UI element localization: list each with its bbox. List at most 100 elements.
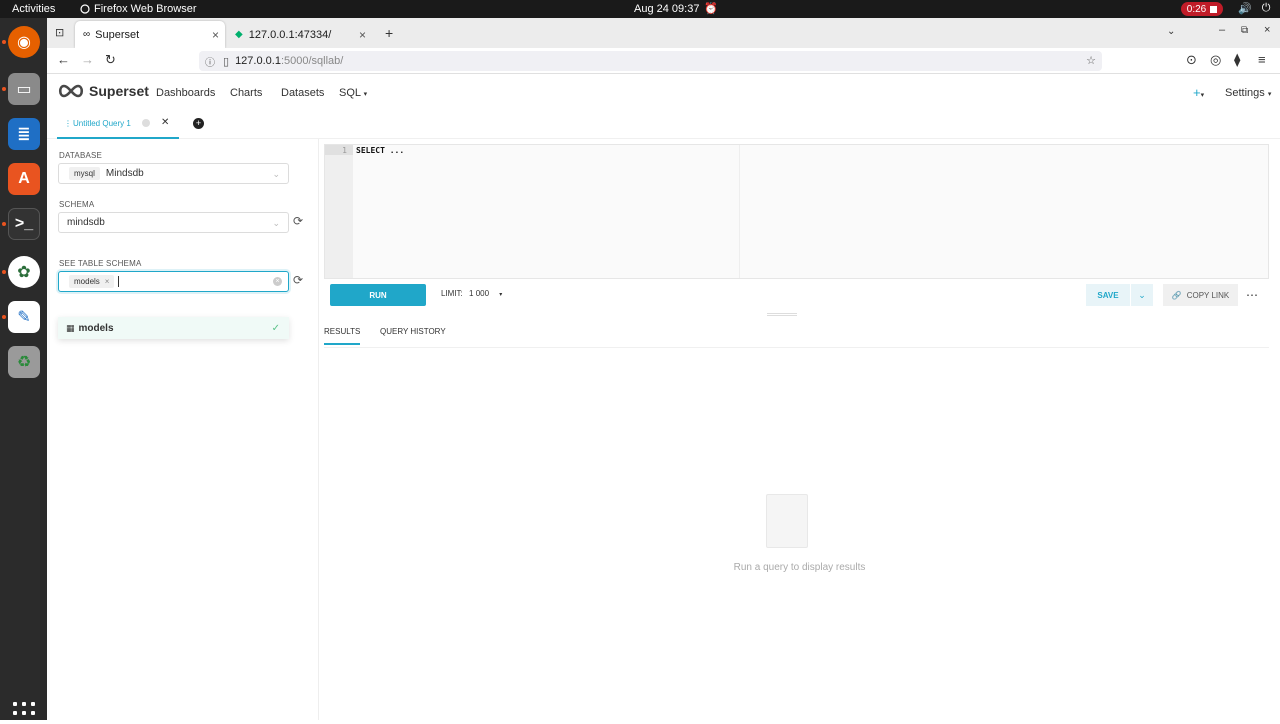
caret-down-icon: ▾	[1200, 92, 1205, 99]
add-query-tab-icon[interactable]: +	[193, 118, 204, 129]
option-label: models	[78, 322, 114, 334]
nav-sql[interactable]: SQL ▾	[339, 87, 367, 99]
back-icon[interactable]: ←	[57, 52, 70, 67]
show-apps-icon[interactable]	[13, 702, 35, 724]
tab-superset[interactable]: ∞ Superset ×	[75, 21, 225, 48]
drag-handle-icon[interactable]: ⋮	[64, 119, 72, 128]
nav-charts[interactable]: Charts	[230, 87, 262, 99]
limit-dropdown[interactable]: LIMIT: 1 000 ▾	[441, 289, 502, 298]
table-dropdown: ▦ models ✓	[58, 317, 289, 339]
site-info-icon[interactable]: ⓘ	[205, 54, 215, 69]
table-tag-label: models	[74, 277, 100, 286]
more-options-icon[interactable]: ⋯	[1246, 288, 1258, 302]
superset-logo-icon	[58, 84, 84, 98]
url-bar[interactable]: ⓘ ▯ 127.0.0.1 :5000/sqllab/ ☆	[199, 51, 1102, 71]
tab-title: 127.0.0.1:47334/	[248, 28, 332, 41]
close-tab-icon[interactable]: ×	[359, 28, 366, 42]
superset-favicon-icon: ∞	[83, 29, 91, 40]
firefox-window: ⊡ ∞ Superset × ◆ 127.0.0.1:47334/ × + ⌄ …	[47, 18, 1280, 720]
new-tab-icon[interactable]: +	[385, 25, 393, 41]
database-label: DATABASE	[59, 151, 103, 160]
resize-handle[interactable]	[767, 313, 797, 316]
query-tab-active[interactable]: ⋮ Untitled Query 1 ✕	[57, 109, 179, 139]
database-value: Mindsdb	[105, 168, 144, 179]
caret-down-icon: ▾	[363, 91, 368, 98]
system-tray[interactable]: 🔊 ⏻	[1238, 2, 1270, 15]
dropdown-option-models[interactable]: ▦ models ✓	[58, 317, 289, 339]
firefox-small-icon	[80, 4, 90, 14]
table-schema-label: SEE TABLE SCHEMA	[59, 259, 142, 268]
url-path: :5000/sqllab/	[280, 55, 344, 67]
check-icon: ✓	[271, 322, 280, 334]
new-menu-button[interactable]: +▾	[1193, 85, 1204, 100]
files-icon[interactable]: ▭	[8, 73, 40, 105]
plus-icon: +	[1193, 85, 1201, 100]
app-menu[interactable]: Firefox Web Browser	[80, 3, 197, 15]
superset-logo[interactable]: Superset	[57, 83, 149, 99]
recording-time: 0:26	[1186, 3, 1207, 15]
volume-icon: 🔊	[1238, 3, 1252, 15]
tab-query-history[interactable]: QUERY HISTORY	[380, 327, 446, 336]
table-icon: ▦	[66, 322, 75, 333]
query-tab-title: Untitled Query 1	[73, 119, 131, 128]
copy-link-button[interactable]: 🔗 COPY LINK	[1163, 284, 1238, 306]
extensions-icon[interactable]: ⧫	[1234, 52, 1240, 68]
query-tabs: ⋮ Untitled Query 1 ✕ +	[47, 109, 1280, 139]
power-icon: ⏻	[1261, 2, 1271, 14]
chevron-down-icon: ⌄	[1138, 289, 1146, 300]
tab-results[interactable]: RESULTS	[324, 327, 361, 345]
trash-icon[interactable]: ♻	[8, 346, 40, 378]
run-button[interactable]: RUN	[330, 284, 426, 306]
tabs-divider	[324, 347, 1269, 348]
close-query-tab-icon[interactable]: ✕	[161, 117, 169, 128]
software-center-icon[interactable]: A	[8, 163, 40, 195]
text-editor-icon[interactable]: ✎	[8, 301, 40, 333]
tab-bar: ⊡ ∞ Superset × ◆ 127.0.0.1:47334/ × + ⌄ …	[47, 18, 1280, 48]
database-select[interactable]: mysql Mindsdb ⌄	[58, 163, 289, 184]
save-label: SAVE	[1097, 290, 1119, 300]
list-tabs-icon[interactable]: ⌄	[1167, 26, 1175, 37]
nav-datasets[interactable]: Datasets	[281, 87, 324, 99]
tab-mindsdb[interactable]: ◆ 127.0.0.1:47334/ ×	[227, 21, 372, 48]
minimize-icon[interactable]: –	[1219, 24, 1225, 36]
empty-state-text: Run a query to display results	[733, 562, 866, 573]
settings-menu[interactable]: Settings ▾	[1225, 87, 1271, 99]
gnome-top-bar: Activities Firefox Web Browser Aug 24 09…	[0, 0, 1280, 18]
bookmark-star-icon[interactable]: ☆	[1086, 54, 1096, 67]
clock[interactable]: Aug 24 09:37	[634, 3, 699, 15]
gimp-icon[interactable]: ✿	[8, 256, 40, 288]
run-label: RUN	[369, 290, 387, 300]
menu-icon[interactable]: ≡	[1258, 52, 1266, 67]
pocket-icon[interactable]: ⊙	[1186, 52, 1197, 68]
url-host: 127.0.0.1	[235, 55, 281, 67]
close-tab-icon[interactable]: ×	[212, 28, 219, 42]
save-dropdown-button[interactable]: ⌄	[1131, 284, 1153, 306]
editor-code: SELECT ...	[356, 146, 405, 155]
reload-icon[interactable]: ↻	[105, 52, 116, 68]
window-close-icon[interactable]: ×	[1264, 24, 1270, 36]
brand-name: Superset	[89, 83, 149, 99]
running-indicator	[2, 315, 6, 319]
sql-editor[interactable]: 1 SELECT ...	[324, 144, 1269, 279]
settings-label: Settings	[1225, 87, 1265, 99]
remove-tag-icon[interactable]: ×	[105, 277, 110, 286]
save-button[interactable]: SAVE	[1086, 284, 1130, 306]
forward-icon[interactable]: →	[81, 52, 94, 67]
restore-icon[interactable]: ⧉	[1241, 25, 1248, 36]
schema-select[interactable]: mindsdb ⌄	[58, 212, 289, 233]
editor-toolbar: RUN LIMIT: 1 000 ▾ SAVE ⌄ 🔗 COPY LINK ⋯	[324, 281, 1269, 311]
refresh-tables-icon[interactable]: ⟳	[293, 273, 303, 287]
tab-overview-icon[interactable]: ⊡	[55, 26, 64, 39]
activities-button[interactable]: Activities	[12, 3, 55, 15]
firefox-icon[interactable]: ◉	[8, 26, 40, 58]
schema-value: mindsdb	[67, 217, 105, 228]
tab-title: Superset	[95, 28, 140, 41]
writer-icon[interactable]: ≣	[8, 118, 40, 150]
table-select[interactable]: models × ×	[58, 271, 289, 292]
clear-icon[interactable]: ×	[273, 277, 282, 286]
nav-dashboards[interactable]: Dashboards	[156, 87, 215, 99]
refresh-schema-icon[interactable]: ⟳	[293, 214, 303, 228]
account-icon[interactable]: ◎	[1210, 52, 1221, 68]
screen-recording-indicator[interactable]: 0:26	[1181, 2, 1223, 16]
terminal-icon[interactable]: >_	[8, 208, 40, 240]
